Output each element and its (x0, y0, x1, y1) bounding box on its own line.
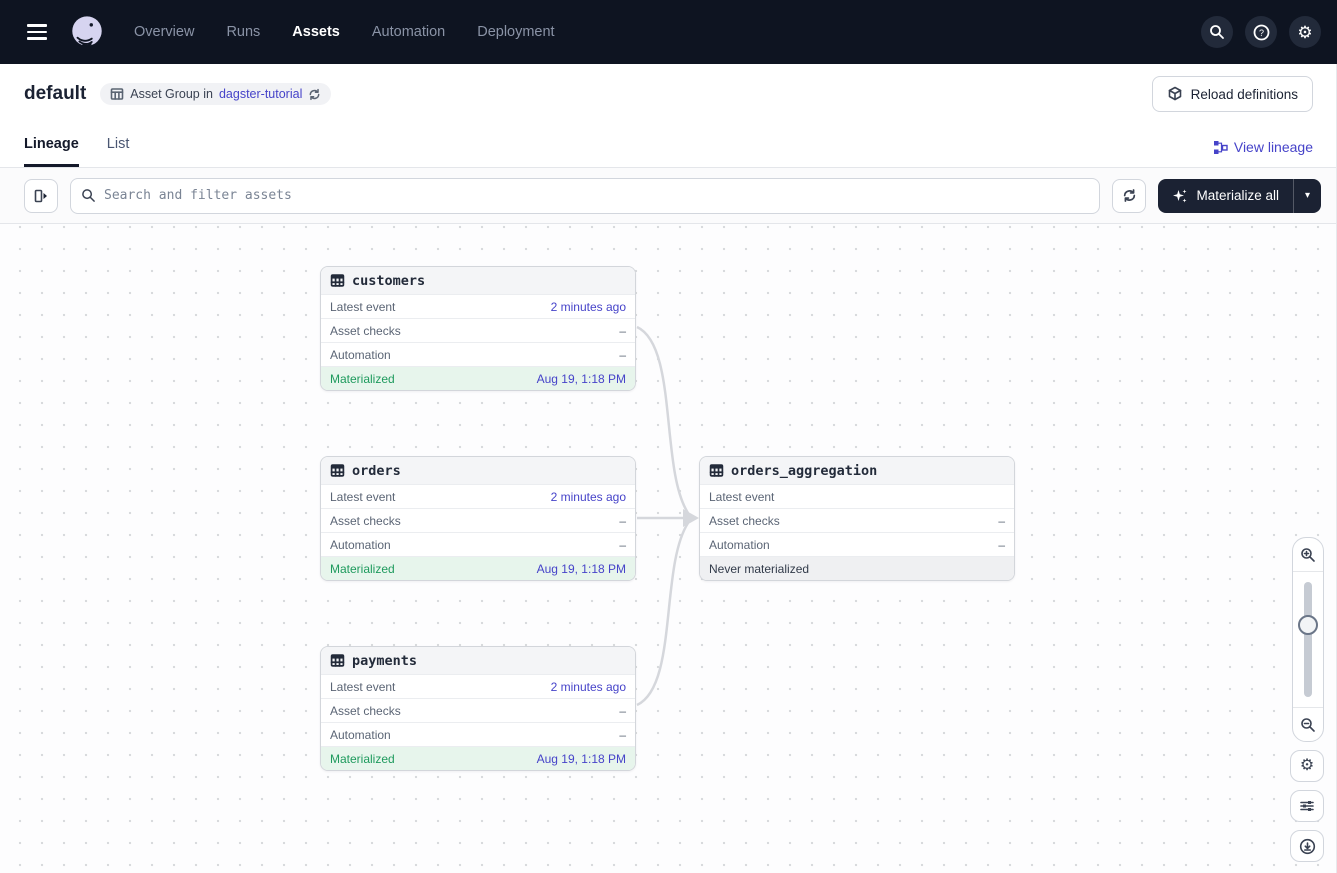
latest-event-link[interactable]: 2 minutes ago (551, 300, 626, 314)
search-icon (81, 188, 96, 203)
edge-arrowhead (683, 509, 699, 527)
edge-payments-to-aggregation (637, 523, 688, 705)
table-icon (330, 463, 345, 478)
asset-node-customers[interactable]: customers Latest event 2 minutes ago Ass… (320, 266, 636, 391)
zoom-out-icon[interactable] (1293, 707, 1323, 741)
nav-item-assets[interactable]: Assets (292, 24, 340, 40)
asset-node-header[interactable]: customers (321, 267, 635, 294)
asset-name: customers (352, 273, 425, 289)
dagster-logo[interactable] (68, 13, 106, 51)
asset-name: orders_aggregation (731, 463, 877, 479)
asset-row-latest-event: Latest event 2 minutes ago (321, 294, 635, 318)
asset-row-asset-checks: Asset checks – (700, 508, 1014, 532)
asset-row-latest-event: Latest event (700, 484, 1014, 508)
status-timestamp[interactable]: Aug 19, 1:18 PM (537, 752, 626, 766)
status-badge: Never materialized (709, 562, 809, 576)
nav-links: Overview Runs Assets Automation Deployme… (134, 24, 555, 40)
zoom-panel (1292, 537, 1324, 742)
asset-node-header[interactable]: orders_aggregation (700, 457, 1014, 484)
asset-node-header[interactable]: orders (321, 457, 635, 484)
table-icon (330, 653, 345, 668)
table-icon (709, 463, 724, 478)
asset-row-asset-checks: Asset checks – (321, 318, 635, 342)
top-navbar: Overview Runs Assets Automation Deployme… (0, 0, 1337, 64)
nav-item-automation[interactable]: Automation (372, 24, 445, 40)
nav-right-icons: ? ⚙ (1201, 16, 1321, 48)
materialize-all-label: Materialize all (1196, 188, 1279, 203)
asset-node-payments[interactable]: payments Latest event 2 minutes ago Asse… (320, 646, 636, 771)
search-icon[interactable] (1201, 16, 1233, 48)
panel-toggle-icon[interactable] (24, 179, 58, 213)
status-badge: Materialized (330, 752, 395, 766)
search-input[interactable] (104, 188, 1089, 203)
asset-status-footer: Materialized Aug 19, 1:18 PM (321, 746, 635, 770)
graph-filters-icon[interactable] (1290, 790, 1324, 822)
materialize-all-split-button: Materialize all ▾ (1158, 179, 1321, 213)
zoom-in-icon[interactable] (1293, 538, 1323, 572)
asset-row-latest-event: Latest event 2 minutes ago (321, 674, 635, 698)
asset-node-header[interactable]: payments (321, 647, 635, 674)
asset-status-footer: Materialized Aug 19, 1:18 PM (321, 556, 635, 580)
svg-text:?: ? (1258, 28, 1263, 38)
tab-lineage[interactable]: Lineage (24, 136, 79, 167)
asset-row-latest-event: Latest event 2 minutes ago (321, 484, 635, 508)
status-timestamp[interactable]: Aug 19, 1:18 PM (537, 372, 626, 386)
asset-row-asset-checks: Asset checks – (321, 698, 635, 722)
asset-node-orders[interactable]: orders Latest event 2 minutes ago Asset … (320, 456, 636, 581)
view-lineage-label: View lineage (1234, 139, 1313, 155)
asset-search-box (70, 178, 1100, 214)
asset-row-automation: Automation – (321, 722, 635, 746)
materialize-dropdown-caret[interactable]: ▾ (1293, 179, 1321, 213)
gear-icon[interactable]: ⚙ (1289, 16, 1321, 48)
asset-name: orders (352, 463, 401, 479)
nav-item-overview[interactable]: Overview (134, 24, 194, 40)
lineage-graph-icon (1213, 140, 1228, 155)
zoom-slider-track[interactable] (1304, 582, 1312, 697)
page-title: default (24, 83, 86, 105)
lineage-canvas[interactable]: customers Latest event 2 minutes ago Ass… (0, 224, 1337, 873)
edge-customers-to-aggregation (637, 327, 688, 513)
latest-event-link[interactable]: 2 minutes ago (551, 490, 626, 504)
reload-definitions-button[interactable]: Reload definitions (1152, 76, 1313, 112)
asset-row-automation: Automation – (321, 342, 635, 366)
table-icon (110, 87, 124, 101)
sync-icon[interactable] (308, 88, 321, 101)
asset-row-automation: Automation – (321, 532, 635, 556)
asset-name: payments (352, 653, 417, 669)
lineage-edges (0, 224, 1337, 873)
menu-icon[interactable] (20, 15, 54, 49)
asset-group-badge: Asset Group in dagster-tutorial (100, 83, 331, 105)
status-badge: Materialized (330, 372, 395, 386)
asset-node-orders-aggregation[interactable]: orders_aggregation Latest event Asset ch… (699, 456, 1015, 581)
nav-item-deployment[interactable]: Deployment (477, 24, 554, 40)
help-icon[interactable]: ? (1245, 16, 1277, 48)
badge-prefix: Asset Group in (130, 87, 213, 101)
asset-status-footer: Materialized Aug 19, 1:18 PM (321, 366, 635, 390)
asset-status-footer: Never materialized (700, 556, 1014, 580)
tabs-row: Lineage List View lineage (0, 124, 1337, 168)
graph-toolbar: Materialize all ▾ (0, 168, 1337, 224)
download-image-icon[interactable] (1290, 830, 1324, 862)
badge-repo-link[interactable]: dagster-tutorial (219, 87, 302, 101)
latest-event-link[interactable]: 2 minutes ago (551, 680, 626, 694)
zoom-slider-handle[interactable] (1298, 615, 1318, 635)
zoom-slider[interactable] (1293, 572, 1323, 707)
tab-list[interactable]: List (107, 136, 130, 167)
view-lineage-link[interactable]: View lineage (1213, 139, 1313, 167)
nav-item-runs[interactable]: Runs (226, 24, 260, 40)
status-timestamp[interactable]: Aug 19, 1:18 PM (537, 562, 626, 576)
reload-definitions-label: Reload definitions (1191, 87, 1298, 102)
status-badge: Materialized (330, 562, 395, 576)
asset-row-asset-checks: Asset checks – (321, 508, 635, 532)
sparkle-icon (1172, 188, 1188, 204)
code-location-icon (1167, 86, 1183, 102)
asset-row-automation: Automation – (700, 532, 1014, 556)
table-icon (330, 273, 345, 288)
graph-settings-icon[interactable]: ⚙ (1290, 750, 1324, 782)
materialize-all-button[interactable]: Materialize all (1158, 179, 1293, 213)
refresh-icon[interactable] (1112, 179, 1146, 213)
page-header: default Asset Group in dagster-tutorial … (0, 64, 1337, 124)
